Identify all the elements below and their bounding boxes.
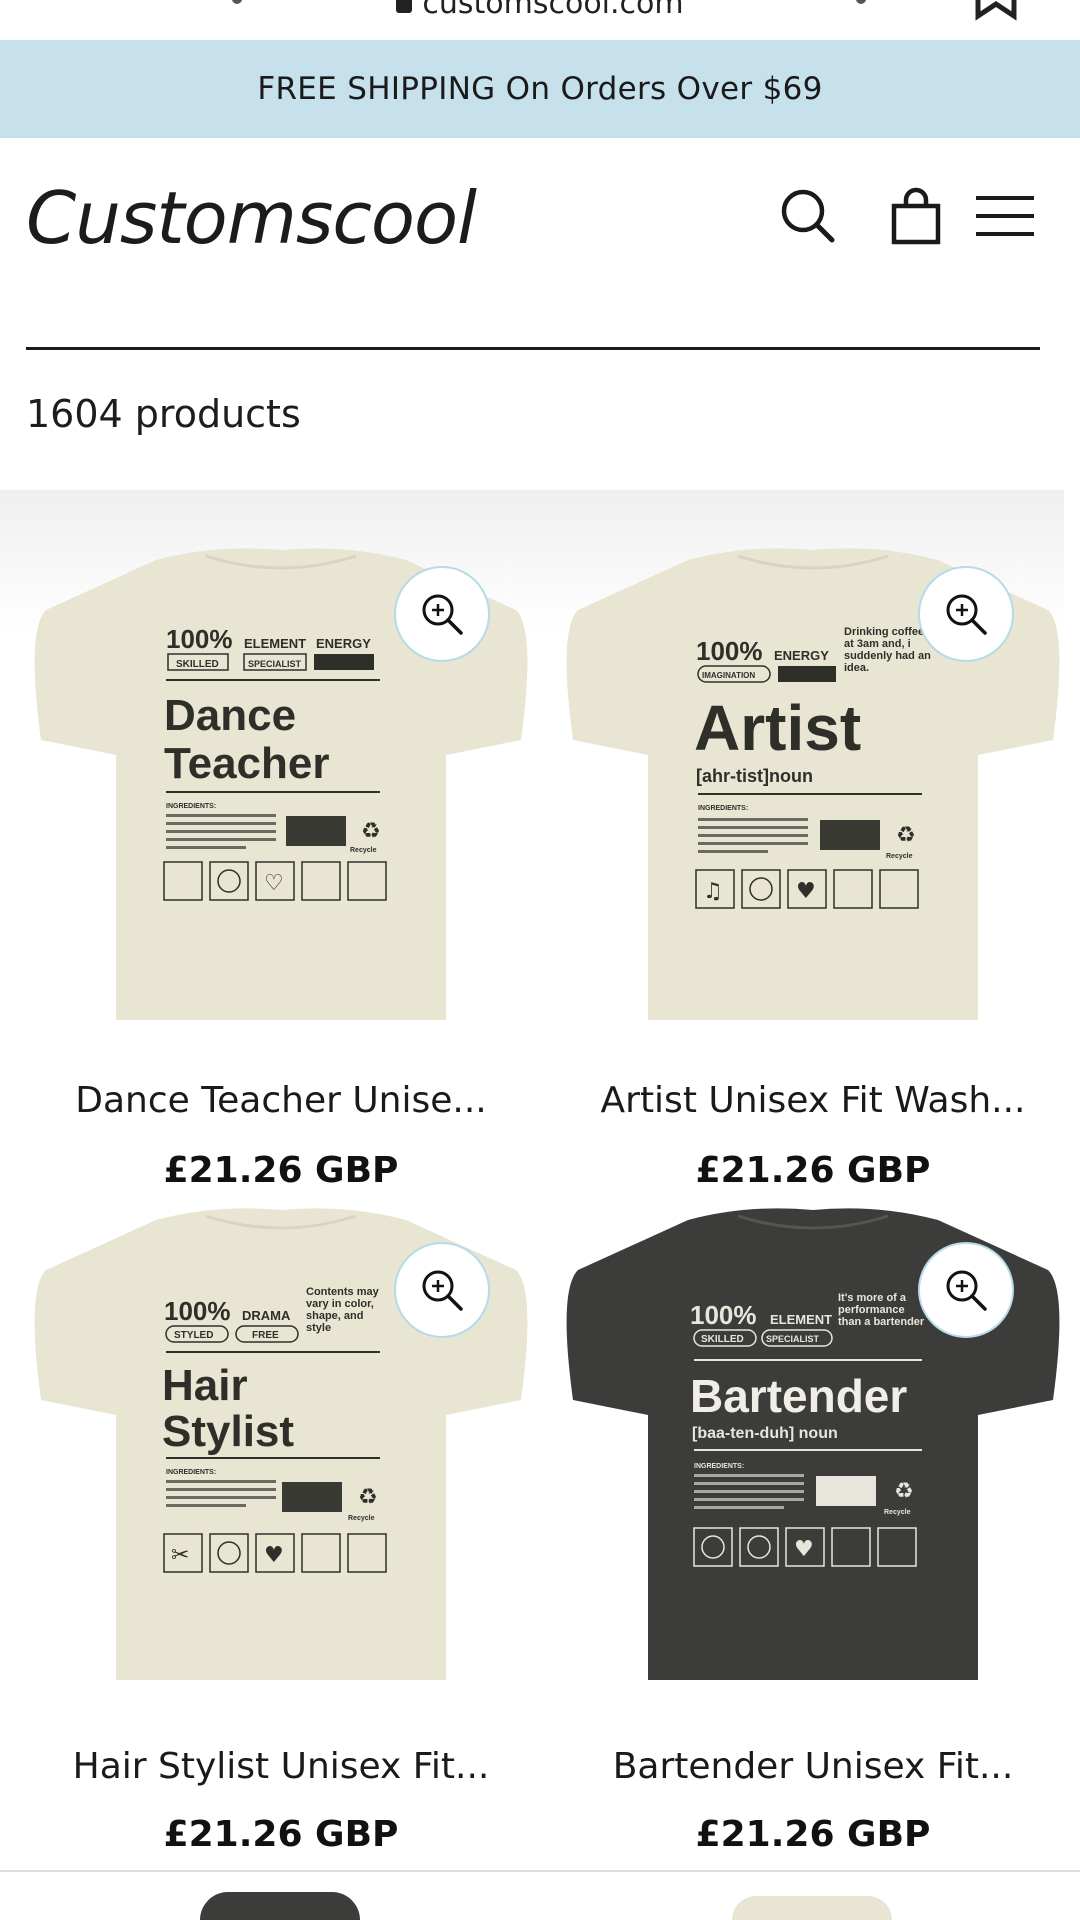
zoom-button[interactable]: [918, 1242, 1014, 1338]
svg-text:[ahr-tist]noun: [ahr-tist]noun: [696, 766, 813, 786]
svg-text:INGREDIENTS:: INGREDIENTS:: [698, 805, 748, 812]
menu-icon[interactable]: [972, 184, 1036, 248]
svg-text:♡: ♡: [264, 871, 284, 896]
product-price: £21.26 GBP: [163, 1150, 399, 1191]
viewport-edge: [0, 1870, 1080, 1872]
announcement-bar[interactable]: FREE SHIPPING On Orders Over $69: [0, 40, 1080, 138]
zoom-in-icon: [422, 594, 463, 635]
svg-text:Recycle: Recycle: [884, 1509, 911, 1516]
product-title[interactable]: Hair Stylist Unisex Fit...: [16, 1746, 546, 1787]
next-product-image-peek[interactable]: [200, 1892, 360, 1920]
zoom-button[interactable]: [394, 566, 490, 662]
svg-text:✂: ✂: [171, 1543, 189, 1568]
product-title[interactable]: Artist Unisex Fit Wash...: [548, 1080, 1078, 1121]
svg-text:SKILLED: SKILLED: [701, 1334, 744, 1345]
svg-text:♻: ♻: [358, 1485, 378, 1510]
svg-text:STYLED: STYLED: [174, 1330, 213, 1341]
svg-text:♥: ♥: [264, 1543, 284, 1568]
product-price: £21.26 GBP: [695, 1150, 931, 1191]
svg-text:100%: 100%: [166, 624, 233, 654]
svg-text:Recycle: Recycle: [886, 853, 913, 860]
browser-url-bar[interactable]: customscool.com: [0, 0, 1080, 40]
bag-icon[interactable]: [884, 184, 948, 248]
svg-text:SPECIALIST: SPECIALIST: [766, 1334, 820, 1344]
svg-text:♥: ♥: [794, 1537, 814, 1562]
zoom-button[interactable]: [918, 566, 1014, 662]
svg-text:Recycle: Recycle: [350, 847, 377, 854]
url-text[interactable]: customscool.com: [0, 0, 1080, 21]
svg-text:Artist: Artist: [694, 692, 861, 764]
next-product-image-peek[interactable]: [732, 1896, 892, 1920]
svg-text:ELEMENT: ELEMENT: [770, 1312, 832, 1327]
product-title[interactable]: Bartender Unisex Fit...: [548, 1746, 1078, 1787]
bookmark-icon[interactable]: [974, 0, 1018, 26]
search-icon[interactable]: [776, 184, 840, 248]
announcement-text: FREE SHIPPING On Orders Over $69: [257, 71, 823, 107]
svg-text:♥: ♥: [796, 879, 816, 904]
svg-text:♫: ♫: [703, 879, 723, 904]
product-title[interactable]: Dance Teacher Unise...: [16, 1080, 546, 1121]
svg-text:Stylist: Stylist: [162, 1407, 294, 1456]
product-price: £21.26 GBP: [163, 1814, 399, 1855]
svg-text:Recycle: Recycle: [348, 1515, 375, 1522]
svg-text:ENERGY: ENERGY: [316, 636, 371, 651]
site-header: Customscool: [0, 138, 1080, 350]
lock-icon: [396, 0, 413, 13]
zoom-in-icon: [422, 1270, 463, 1311]
svg-text:FREE: FREE: [252, 1330, 279, 1341]
svg-text:♻: ♻: [894, 1479, 914, 1504]
svg-text:INGREDIENTS:: INGREDIENTS:: [694, 1463, 744, 1470]
url-label: customscool.com: [422, 0, 684, 21]
svg-text:100%: 100%: [690, 1300, 757, 1330]
svg-text:♻: ♻: [361, 819, 381, 844]
svg-text:DRAMA: DRAMA: [242, 1308, 291, 1323]
zoom-in-icon: [946, 594, 987, 635]
svg-text:IMAGINATION: IMAGINATION: [702, 671, 755, 680]
svg-text:100%: 100%: [696, 636, 763, 666]
zoom-button[interactable]: [394, 1242, 490, 1338]
zoom-in-icon: [946, 1270, 987, 1311]
site-logo[interactable]: Customscool: [26, 176, 477, 260]
svg-text:[baa-ten-duh] noun: [baa-ten-duh] noun: [692, 1425, 838, 1442]
svg-text:♻: ♻: [896, 823, 916, 848]
svg-text:100%: 100%: [164, 1296, 231, 1326]
header-divider: [26, 347, 1040, 350]
svg-text:Bartender: Bartender: [690, 1370, 907, 1422]
svg-text:INGREDIENTS:: INGREDIENTS:: [166, 1469, 216, 1476]
product-price: £21.26 GBP: [695, 1814, 931, 1855]
svg-text:INGREDIENTS:: INGREDIENTS:: [166, 803, 216, 810]
svg-text:Teacher: Teacher: [164, 739, 330, 788]
svg-text:ELEMENT: ELEMENT: [244, 636, 306, 651]
svg-text:SPECIALIST: SPECIALIST: [248, 659, 302, 669]
svg-text:SKILLED: SKILLED: [176, 659, 219, 670]
product-count: 1604 products: [26, 392, 301, 436]
svg-text:Dance: Dance: [164, 691, 296, 740]
svg-text:Hair: Hair: [162, 1361, 248, 1410]
svg-text:ENERGY: ENERGY: [774, 648, 829, 663]
